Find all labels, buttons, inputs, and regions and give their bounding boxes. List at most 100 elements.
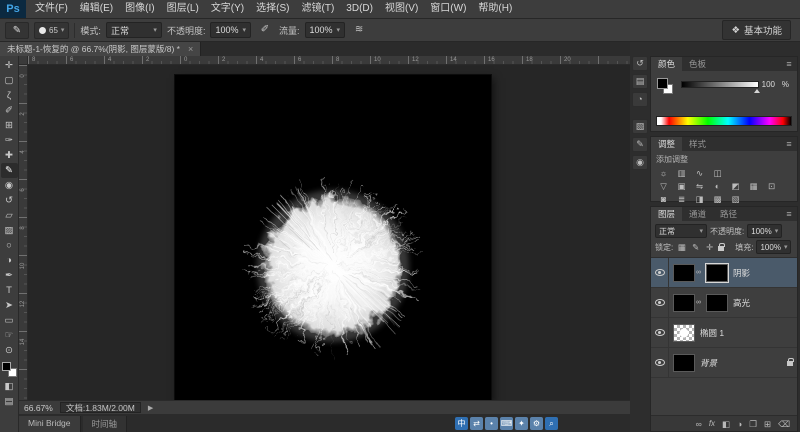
adjustment-levels-icon[interactable]: ▥: [673, 167, 690, 180]
screen-mode-button[interactable]: ▤: [1, 394, 18, 409]
pressure-opacity-icon[interactable]: ✐: [256, 22, 274, 39]
layer-name[interactable]: 阴影: [733, 267, 750, 279]
ime-language-icon[interactable]: 中: [455, 417, 468, 430]
visibility-toggle[interactable]: [651, 318, 669, 348]
link-layers-button[interactable]: ∞: [696, 417, 702, 431]
hand-tool[interactable]: ☞: [1, 328, 18, 343]
lock-paint-icon[interactable]: ✎: [690, 242, 701, 253]
visibility-toggle[interactable]: [651, 348, 669, 378]
delete-layer-button[interactable]: ⌫: [778, 417, 790, 431]
grayscale-slider[interactable]: [681, 81, 759, 88]
panel-menu-icon[interactable]: ≡: [781, 57, 797, 71]
layer-row-background[interactable]: 背景: [651, 348, 797, 378]
blend-mode-select[interactable]: 正常 ▾: [106, 22, 162, 38]
menu-item-edit[interactable]: 编辑(E): [74, 0, 119, 18]
layer-thumbnail[interactable]: [673, 324, 695, 342]
document-tab[interactable]: 未标题-1-恢复的 @ 66.7%(阴影, 图层蒙版/8) * ×: [0, 42, 201, 56]
menu-item-image[interactable]: 图像(I): [119, 0, 160, 18]
adjustment-photo-filter-icon[interactable]: ◩: [727, 180, 744, 193]
navigator-panel-icon[interactable]: ▧: [632, 119, 648, 134]
close-icon[interactable]: ×: [188, 44, 193, 54]
tab-color[interactable]: 颜色: [651, 57, 682, 71]
quick-mask-button[interactable]: ◧: [1, 379, 18, 394]
tab-styles[interactable]: 样式: [682, 137, 713, 151]
top-ruler[interactable]: 8 6 4 2 0 2 4 6 8 10 12 14 16 18 20: [28, 56, 630, 65]
brush-tool[interactable]: ✎: [1, 163, 18, 178]
slider-handle[interactable]: [754, 89, 760, 93]
pen-tool[interactable]: ✒: [1, 268, 18, 283]
adjustment-layer-button[interactable]: ◑: [737, 417, 742, 431]
flow-select[interactable]: 100% ▾: [305, 22, 346, 38]
add-mask-button[interactable]: ◧: [722, 417, 730, 431]
layer-name[interactable]: 背景: [700, 357, 717, 369]
menu-item-view[interactable]: 视图(V): [379, 0, 424, 18]
eyedropper-tool[interactable]: ✑: [1, 133, 18, 148]
history-panel-icon[interactable]: ↺: [632, 56, 648, 71]
healing-brush-tool[interactable]: ✚: [1, 148, 18, 163]
adjustment-hue-saturation-icon[interactable]: ▣: [673, 180, 690, 193]
mask-thumbnail[interactable]: [706, 294, 728, 312]
adjustment-black-white-icon[interactable]: ◐: [709, 180, 726, 193]
ime-search-icon[interactable]: ⌕: [545, 417, 558, 430]
gradient-tool[interactable]: ▨: [1, 223, 18, 238]
move-tool[interactable]: ✛: [1, 58, 18, 73]
new-group-button[interactable]: ❐: [749, 417, 757, 431]
ime-emoticon-icon[interactable]: ✦: [515, 417, 528, 430]
menu-item-select[interactable]: 选择(S): [250, 0, 295, 18]
document-canvas[interactable]: [175, 75, 491, 400]
properties-panel-icon[interactable]: ▤: [632, 74, 648, 89]
canvas-area[interactable]: 8 6 4 2 0 2 4 6 8 10 12 14 16 18 20 0 2 4 6 8 10 12 14: [19, 56, 630, 400]
marquee-tool[interactable]: ▢: [1, 73, 18, 88]
new-layer-button[interactable]: ⊞: [764, 417, 771, 431]
layer-row-highlight[interactable]: ∞ 高光: [651, 288, 797, 318]
brush-tool-icon[interactable]: ✎: [5, 22, 29, 39]
layer-opacity-select[interactable]: 100% ▾: [747, 224, 782, 238]
layer-thumbnail[interactable]: [673, 294, 695, 312]
blur-tool[interactable]: ○: [1, 238, 18, 253]
opacity-select[interactable]: 100% ▾: [210, 22, 251, 38]
path-selection-tool[interactable]: ➤: [1, 298, 18, 313]
adjustment-vibrance-icon[interactable]: ▽: [655, 180, 672, 193]
tab-adjustments[interactable]: 调整: [651, 137, 682, 151]
adjustment-posterize-icon[interactable]: ≣: [673, 193, 690, 206]
tab-timeline[interactable]: 时间轴: [83, 416, 128, 432]
type-tool[interactable]: T: [1, 283, 18, 298]
history-brush-tool[interactable]: ↺: [1, 193, 18, 208]
ime-width-toggle-icon[interactable]: ⇄: [470, 417, 483, 430]
ime-keyboard-icon[interactable]: ⌨: [500, 417, 513, 430]
lock-position-icon[interactable]: ✛: [704, 242, 715, 253]
layer-name[interactable]: 椭圆 1: [700, 327, 724, 339]
adjustment-invert-icon[interactable]: ◙: [655, 193, 672, 206]
adjustment-curves-icon[interactable]: ∿: [691, 167, 708, 180]
ruler-corner[interactable]: [19, 56, 28, 65]
layer-fill-select[interactable]: 100% ▾: [756, 240, 791, 254]
airbrush-icon[interactable]: ≋: [350, 22, 368, 39]
brush-preset-picker[interactable]: 65 ▾: [34, 22, 69, 39]
menu-item-layer[interactable]: 图层(L): [161, 0, 205, 18]
color-swatches[interactable]: [2, 362, 17, 377]
menu-item-file[interactable]: 文件(F): [29, 0, 74, 18]
layer-style-button[interactable]: fx: [709, 417, 715, 431]
clone-stamp-tool[interactable]: ◉: [1, 178, 18, 193]
adjustment-gradient-map-icon[interactable]: ▩: [709, 193, 726, 206]
dodge-tool[interactable]: ◑: [1, 253, 18, 268]
lock-transparency-icon[interactable]: ▦: [676, 242, 687, 253]
visibility-toggle[interactable]: [651, 258, 669, 288]
panel-menu-icon[interactable]: ≡: [781, 207, 797, 221]
layer-thumbnail[interactable]: [673, 354, 695, 372]
tab-mini-bridge[interactable]: Mini Bridge: [19, 416, 81, 432]
layer-thumbnail[interactable]: [673, 264, 695, 282]
crop-tool[interactable]: ⊞: [1, 118, 18, 133]
shape-tool[interactable]: ▭: [1, 313, 18, 328]
ps-logo[interactable]: Ps: [0, 0, 26, 18]
ime-settings-icon[interactable]: ⚙: [530, 417, 543, 430]
status-options-arrow-icon[interactable]: ▶: [148, 404, 153, 412]
tab-channels[interactable]: 通道: [682, 207, 713, 221]
adjustment-exposure-icon[interactable]: ◫: [709, 167, 726, 180]
workspace-switcher[interactable]: ❖ 基本功能: [722, 20, 791, 40]
menu-item-type[interactable]: 文字(Y): [205, 0, 250, 18]
layer-name[interactable]: 高光: [733, 297, 750, 309]
color-panel-swatches[interactable]: [657, 78, 673, 94]
eraser-tool[interactable]: ▱: [1, 208, 18, 223]
menu-item-filter[interactable]: 滤镜(T): [296, 0, 341, 18]
